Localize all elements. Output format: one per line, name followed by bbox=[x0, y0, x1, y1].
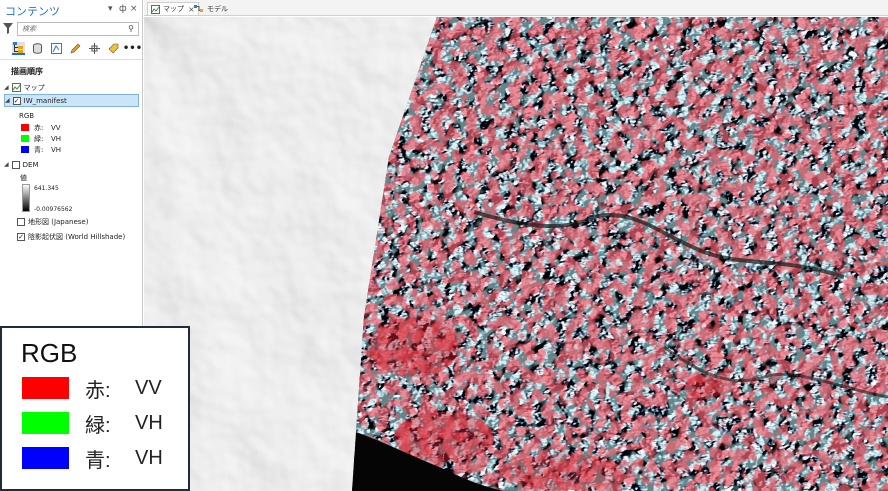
list-by-drawing-order-icon[interactable] bbox=[12, 41, 25, 55]
legend-title: RGB bbox=[21, 338, 78, 368]
pin-icon[interactable]: ф bbox=[119, 4, 127, 14]
search-input[interactable] bbox=[18, 23, 138, 35]
tab-map-label: マップ bbox=[163, 5, 184, 13]
tab-model-label: モデル bbox=[207, 4, 228, 13]
view-tabs: マップ × モデル bbox=[144, 0, 888, 16]
rgb-band-blue: 青: VH bbox=[21, 143, 142, 156]
dem-max: 641.345 bbox=[34, 182, 142, 195]
layer-topographic-map[interactable]: 地形図 (Japanese) bbox=[17, 215, 142, 228]
layer-visibility-checkbox[interactable]: ✓ bbox=[17, 232, 25, 241]
map-view[interactable] bbox=[144, 17, 888, 491]
map-item[interactable]: ◢ マップ bbox=[4, 81, 142, 94]
dem-max-text: 641.345 bbox=[34, 185, 59, 192]
list-by-selection-icon[interactable] bbox=[50, 42, 63, 55]
layer-name: 陰影起伏図 (World Hillshade) bbox=[28, 232, 126, 241]
map-icon bbox=[11, 83, 21, 92]
pane-title: コンテンツ bbox=[5, 5, 60, 18]
collapse-icon[interactable]: ◢ bbox=[4, 84, 9, 91]
list-by-snapping-icon[interactable] bbox=[88, 42, 101, 55]
layer-dem[interactable]: ◢ DEM bbox=[4, 158, 142, 171]
draw-order-heading: 描画順序 bbox=[11, 67, 43, 76]
map-item-label: マップ bbox=[23, 83, 45, 92]
chevron-down-icon[interactable]: ▾ bbox=[108, 4, 113, 14]
layer-visibility-checkbox[interactable]: ✓ bbox=[12, 96, 21, 105]
rgb-label-text: RGB bbox=[19, 111, 35, 120]
legend-row-red: 赤: VV bbox=[22, 376, 162, 402]
blue-swatch bbox=[21, 146, 29, 153]
dem-min-text: -0.00976562 bbox=[34, 206, 73, 213]
band-channel: 赤: bbox=[34, 123, 44, 132]
divider bbox=[0, 59, 142, 60]
legend-channel: 赤: bbox=[85, 379, 111, 402]
layer-visibility-checkbox[interactable] bbox=[17, 217, 25, 226]
layer-world-hillshade[interactable]: ✓ 陰影起伏図 (World Hillshade) bbox=[17, 230, 142, 243]
band-name: VV bbox=[51, 123, 61, 132]
map-canvas[interactable] bbox=[144, 17, 888, 491]
layer-name: DEM bbox=[22, 160, 39, 169]
close-icon[interactable]: × bbox=[130, 4, 138, 14]
red-swatch bbox=[21, 124, 29, 131]
layer-name: IW_manifest bbox=[23, 96, 67, 105]
legend-channel: 青: bbox=[85, 449, 111, 472]
tab-map[interactable]: マップ × bbox=[147, 2, 199, 15]
green-swatch bbox=[22, 412, 69, 434]
green-swatch bbox=[21, 135, 29, 142]
filter-icon[interactable] bbox=[3, 23, 13, 34]
legend-row-blue: 青: VH bbox=[22, 446, 163, 472]
legend-channel: 緑: bbox=[85, 414, 111, 437]
red-swatch bbox=[22, 377, 69, 399]
more-options-icon[interactable]: ••• bbox=[123, 42, 142, 55]
rgb-legend: RGB 赤: VV 緑: VH 青: VH bbox=[0, 326, 190, 491]
list-by-editing-icon[interactable] bbox=[69, 42, 82, 55]
dem-value-label-text: 値 bbox=[20, 173, 27, 182]
layer-iw-manifest[interactable]: ◢ ✓ IW_manifest bbox=[4, 94, 139, 107]
legend-row-green: 緑: VH bbox=[22, 411, 163, 437]
band-name: VH bbox=[51, 145, 62, 154]
tab-model[interactable]: モデル bbox=[194, 2, 228, 15]
model-icon bbox=[194, 5, 203, 12]
pane-toolbar: ••• bbox=[12, 40, 142, 56]
band-name: VH bbox=[51, 134, 62, 143]
map-icon bbox=[151, 4, 160, 14]
collapse-icon[interactable]: ◢ bbox=[4, 161, 9, 168]
pane-header: コンテンツ ▾ ф × bbox=[0, 0, 142, 20]
legend-band: VV bbox=[135, 376, 162, 399]
legend-band: VH bbox=[135, 446, 163, 469]
search-row: ⚲ bbox=[3, 22, 139, 36]
layer-visibility-checkbox[interactable] bbox=[11, 160, 20, 169]
dem-color-ramp bbox=[22, 184, 30, 212]
layer-name: 地形図 (Japanese) bbox=[28, 217, 89, 226]
blue-swatch bbox=[22, 447, 69, 469]
list-by-source-icon[interactable] bbox=[31, 42, 44, 55]
search-box: ⚲ bbox=[17, 22, 139, 36]
legend-band: VH bbox=[135, 411, 163, 434]
list-by-labeling-icon[interactable] bbox=[107, 42, 120, 55]
search-icon[interactable]: ⚲ bbox=[128, 24, 134, 33]
band-channel: 緑: bbox=[34, 134, 44, 143]
band-channel: 青: bbox=[34, 145, 44, 154]
collapse-icon[interactable]: ◢ bbox=[5, 97, 10, 104]
